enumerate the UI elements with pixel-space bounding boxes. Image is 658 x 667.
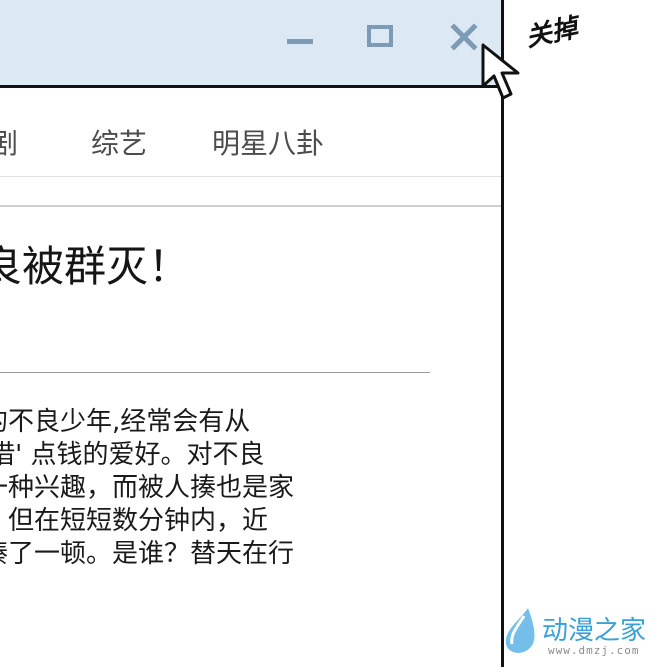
article-line: ，但在短短数分钟内，近: [0, 506, 269, 536]
maximize-button[interactable]: [360, 20, 400, 54]
water-drop-logo-icon: [505, 608, 535, 653]
watermark-brand: 动漫之家: [542, 616, 647, 646]
minimize-button[interactable]: [280, 20, 320, 54]
minimize-icon: [287, 39, 313, 44]
article-body: 的不良少年,经常会有从 '借' 点钱的爱好。对不良 一种兴趣，而被人揍也是家 ，…: [0, 406, 382, 571]
close-icon: [450, 23, 478, 51]
content-divider: [0, 205, 501, 207]
browser-window: 剧 综艺 明星八卦 良被群灭！ 的不良少年,经常会有从 '借' 点钱的爱好。对不…: [0, 0, 504, 667]
article-headline: 良被群灭！: [0, 242, 191, 291]
watermark-url: www.dmzj.com: [548, 644, 640, 657]
headline-divider: [0, 372, 430, 373]
nav-item-variety[interactable]: 综艺: [91, 122, 147, 162]
close-annotation-label: 关掉: [523, 13, 581, 54]
nav-divider: [0, 176, 501, 177]
article-line: 揍了一顿。是谁？替天在行: [0, 539, 295, 569]
category-nav: 剧 综艺 明星八卦: [0, 88, 501, 180]
mouse-pointer-icon: [481, 43, 520, 100]
nav-item-celebrity-gossip[interactable]: 明星八卦: [212, 122, 324, 162]
window-titlebar: [0, 0, 501, 88]
maximize-icon: [367, 25, 393, 47]
article-line: 一种兴趣，而被人揍也是家: [0, 473, 295, 503]
nav-item-drama[interactable]: 剧: [0, 122, 18, 162]
article-line: '借' 点钱的爱好。对不良: [0, 440, 265, 470]
site-watermark: 动漫之家 www.dmzj.com: [500, 604, 658, 664]
close-button[interactable]: [444, 20, 484, 54]
article-line: 的不良少年,经常会有从: [0, 407, 251, 437]
